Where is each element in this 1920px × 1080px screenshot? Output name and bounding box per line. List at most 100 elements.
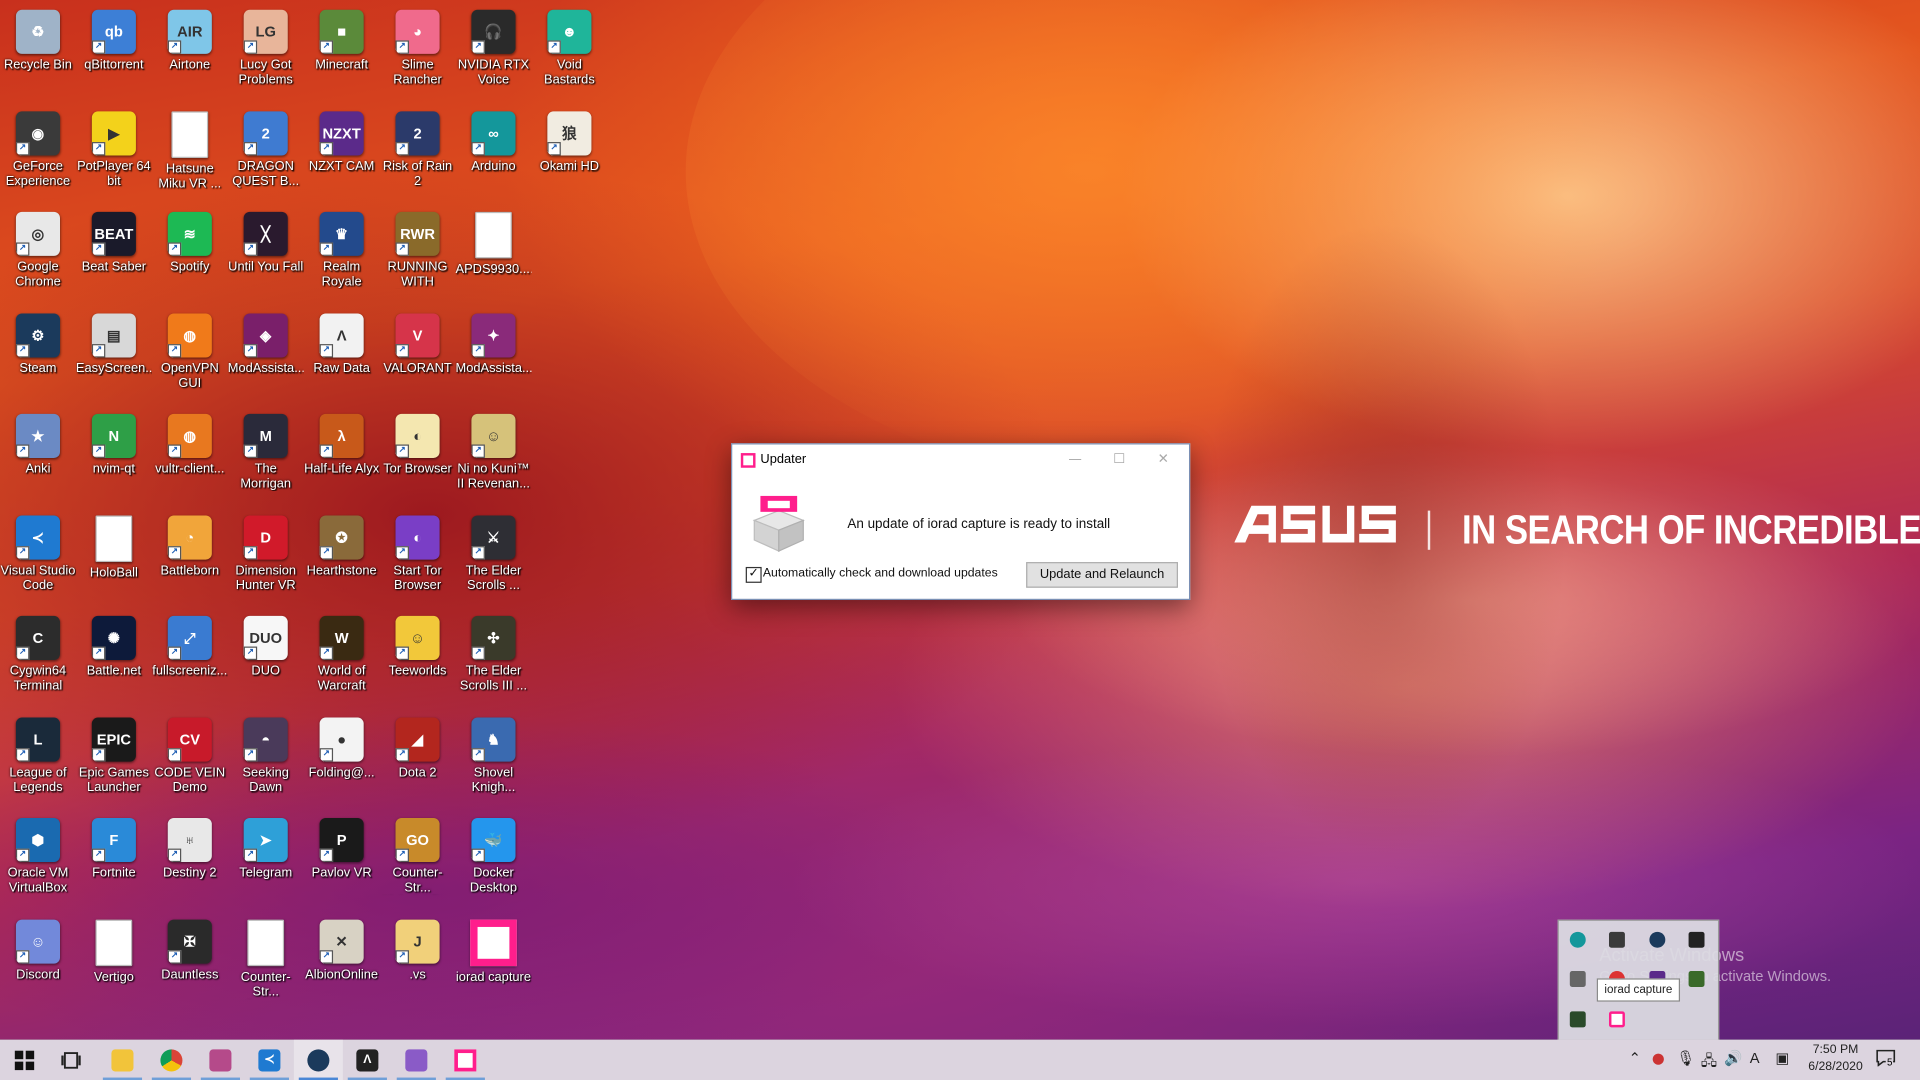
desktop-icon[interactable]: M ↗ The Morrigan	[228, 409, 304, 491]
desktop-icon[interactable]: W ↗ World of Warcraft	[304, 611, 380, 693]
volume-icon[interactable]: 🔊	[1724, 1049, 1742, 1066]
desktop-icon[interactable]: λ ↗ Half-Life Alyx	[304, 409, 380, 476]
desktop-icon[interactable]: 2 ↗ DRAGON QUEST B...	[228, 106, 304, 188]
desktop-icon[interactable]: ✪ ↗ Hearthstone	[304, 510, 380, 577]
desktop-icon[interactable]: ◐ ↗ Start Tor Browser	[380, 510, 456, 592]
desktop-icon[interactable]: ☺ ↗ Teeworlds	[380, 611, 456, 678]
desktop-icon[interactable]: ✕ ↗ AlbionOnline	[304, 914, 380, 981]
desktop-icon[interactable]: ◐ ↗ Tor Browser	[380, 409, 456, 476]
task-view-button[interactable]	[47, 1040, 96, 1080]
desktop-icon[interactable]: ☻ ↗ Void Bastards	[531, 5, 607, 87]
iorad-capture-button[interactable]	[441, 1040, 490, 1080]
desktop-icon[interactable]: ◕ ↗ Slime Rancher	[380, 5, 456, 87]
action-center-button[interactable]: 5	[1876, 1048, 1900, 1070]
vscode-button[interactable]: ≺	[245, 1040, 294, 1080]
desktop-icon[interactable]: ◍ ↗ OpenVPN GUI	[152, 308, 228, 390]
maximize-button[interactable]: ☐	[1097, 444, 1141, 473]
desktop-icon[interactable]: Counter-Str... Source	[228, 914, 304, 999]
arduino-tray-icon[interactable]	[1569, 931, 1586, 948]
desktop-icon[interactable]: J ↗ .vs	[380, 914, 456, 981]
desktop-icon[interactable]: ➤ ↗ Telegram	[228, 813, 304, 880]
desktop-icon[interactable]: ✦ ↗ ModAssista...	[456, 308, 531, 375]
desktop-icon[interactable]: 🐳 ↗ Docker Desktop	[456, 813, 532, 895]
desktop-icon[interactable]: APDS9930....	[456, 207, 531, 277]
desktop-icon[interactable]: ◈ ↗ ModAssista...	[228, 308, 304, 375]
network-tray-icon[interactable]	[1569, 971, 1586, 987]
desktop-icon[interactable]: F ↗ Fortnite	[76, 813, 152, 880]
nvidia-tray-icon[interactable]	[1569, 1011, 1586, 1028]
desktop-icon[interactable]: ∞ ↗ Arduino	[456, 106, 532, 173]
steam-button[interactable]	[293, 1039, 343, 1080]
desktop-icon[interactable]: 狼 ↗ Okami HD	[531, 106, 607, 173]
desktop-icon[interactable]: RWR↗RUNNING WITH RIFLES	[380, 207, 456, 289]
desktop-icon[interactable]: Λ ↗ Raw Data	[304, 308, 380, 375]
network-icon[interactable]: 🖧	[1701, 1049, 1717, 1075]
update-and-relaunch-button[interactable]: Update and Relaunch	[1026, 562, 1178, 588]
desktop-icon[interactable]: ■ ↗ Minecraft	[304, 5, 380, 72]
desktop-icon[interactable]: NZXT ↗ NZXT CAM	[304, 106, 380, 173]
desktop-icon[interactable]: CV ↗ CODE VEIN Demo	[152, 712, 228, 794]
desktop-icon[interactable]: ◍ ↗ vultr-client...	[152, 409, 228, 476]
taskbar-clock[interactable]: 7:50 PM 6/28/2020	[1800, 1042, 1871, 1076]
epic-tray-icon[interactable]	[1688, 931, 1705, 948]
desktop-icon[interactable]: 2 ↗ Risk of Rain 2	[380, 106, 456, 188]
desktop-icon[interactable]: LG ↗ Lucy Got Problems	[228, 5, 304, 87]
desktop-icon[interactable]: V ↗ VALORANT	[380, 308, 456, 375]
desktop-icon[interactable]: ▶ ↗ PotPlayer 64 bit	[76, 106, 152, 188]
desktop-icon[interactable]: ♻ Recycle Bin	[0, 5, 76, 72]
desktop-icon[interactable]: DUO ↗ DUO	[228, 611, 304, 678]
desktop-icon[interactable]: 🎧 ↗ NVIDIA RTX Voice	[456, 5, 532, 87]
desktop-icon[interactable]: GO↗Counter-Str... Global Offe...	[380, 813, 456, 895]
auto-update-checkbox[interactable]: ✓	[745, 566, 762, 583]
desktop-icon[interactable]: ◢ ↗ Dota 2	[380, 712, 456, 779]
desktop-icon[interactable]: ✺ ↗ Battle.net	[76, 611, 152, 678]
desktop-icon[interactable]: □ iorad capture	[456, 914, 532, 984]
desktop-icon[interactable]: ⬢ ↗ Oracle VM VirtualBox	[0, 813, 76, 895]
security-center-icon[interactable]: ▣	[1776, 1049, 1790, 1066]
desktop-icon[interactable]: AIR ↗ Airtone	[152, 5, 228, 72]
desktop-icon[interactable]: ● ↗ Folding@...	[304, 712, 380, 779]
desktop-icon[interactable]: ♛ ↗ Realm Royale	[304, 207, 380, 289]
desktop-icon[interactable]: N ↗ nvim-qt	[76, 409, 152, 476]
desktop-icon[interactable]: ≋ ↗ Spotify	[152, 207, 228, 274]
steam-tray-icon[interactable]	[1649, 931, 1666, 948]
microphone-icon[interactable]: 🎙	[1676, 1049, 1695, 1066]
desktop-icon[interactable]: ╳ ↗ Until You Fall	[228, 207, 304, 274]
desktop-icon[interactable]: ☺ ↗ Ni no Kuni™ II Revenan...	[456, 409, 532, 491]
desktop-icon[interactable]: ◉ ↗ GeForce Experience	[0, 106, 76, 188]
desktop-icon[interactable]: ⚙ ↗ Steam	[0, 308, 76, 375]
iorad-tray-icon[interactable]	[1608, 1011, 1625, 1028]
desktop-icon[interactable]: Vertigo	[76, 914, 152, 984]
desktop-icon[interactable]: ≺ ↗ Visual Studio Code	[0, 510, 76, 592]
minimize-button[interactable]: —	[1053, 444, 1097, 473]
desktop-icon[interactable]: C ↗ Cygwin64 Terminal	[0, 611, 76, 693]
chrome-button[interactable]	[147, 1040, 196, 1080]
desktop-icon[interactable]: qb ↗ qBittorrent	[76, 5, 152, 72]
desktop-icon[interactable]: EPIC ↗ Epic Games Launcher	[76, 712, 152, 794]
show-hidden-icons-chevron-icon[interactable]: ⌃	[1629, 1049, 1641, 1066]
desktop-icon[interactable]: ✠ ↗ Dauntless	[152, 914, 228, 981]
desktop-icon[interactable]: HoloBall	[76, 510, 152, 580]
desktop-icon[interactable]: ◔ ↗ Battleborn	[152, 510, 228, 577]
desktop-icon[interactable]: ☺ ↗ Discord	[0, 914, 76, 981]
screen-tool-button[interactable]	[196, 1040, 245, 1080]
desktop-icon[interactable]: BEAT ↗ Beat Saber	[76, 207, 152, 274]
desktop-icon[interactable]: ▤ ↗ EasyScreen...	[76, 308, 152, 375]
input-method-indicator[interactable]: A	[1750, 1049, 1760, 1066]
auto-update-checkbox-label[interactable]: Automatically check and download updates	[763, 567, 998, 580]
desktop-icon[interactable]: ♅ ↗ Destiny 2	[152, 813, 228, 880]
desktop-icon[interactable]: ⚔ ↗ The Elder Scrolls ...	[456, 510, 532, 592]
close-button[interactable]: ✕	[1141, 444, 1185, 473]
desktop-icon[interactable]: Hatsune Miku VR ...	[152, 106, 228, 190]
desktop-icon[interactable]: P ↗ Pavlov VR	[304, 813, 380, 880]
windows-security-tray-icon[interactable]	[1608, 931, 1625, 948]
desktop-icon[interactable]: ♞ ↗ Shovel Knigh...	[456, 712, 532, 794]
start-button[interactable]	[0, 1040, 49, 1080]
desktop-icon[interactable]: ★ ↗ Anki	[0, 409, 76, 476]
dialog-title-bar[interactable]: Updater — ☐ ✕	[732, 444, 1189, 473]
gpu-tray-icon[interactable]	[1688, 971, 1705, 987]
desktop-icon[interactable]: ⤢ ↗ fullscreeniz...	[152, 611, 228, 678]
desktop-icon[interactable]: ◓ ↗ Seeking Dawn	[228, 712, 304, 794]
visual-studio-button[interactable]	[392, 1040, 441, 1080]
desktop-icon[interactable]: D ↗ Dimension Hunter VR	[228, 510, 304, 592]
